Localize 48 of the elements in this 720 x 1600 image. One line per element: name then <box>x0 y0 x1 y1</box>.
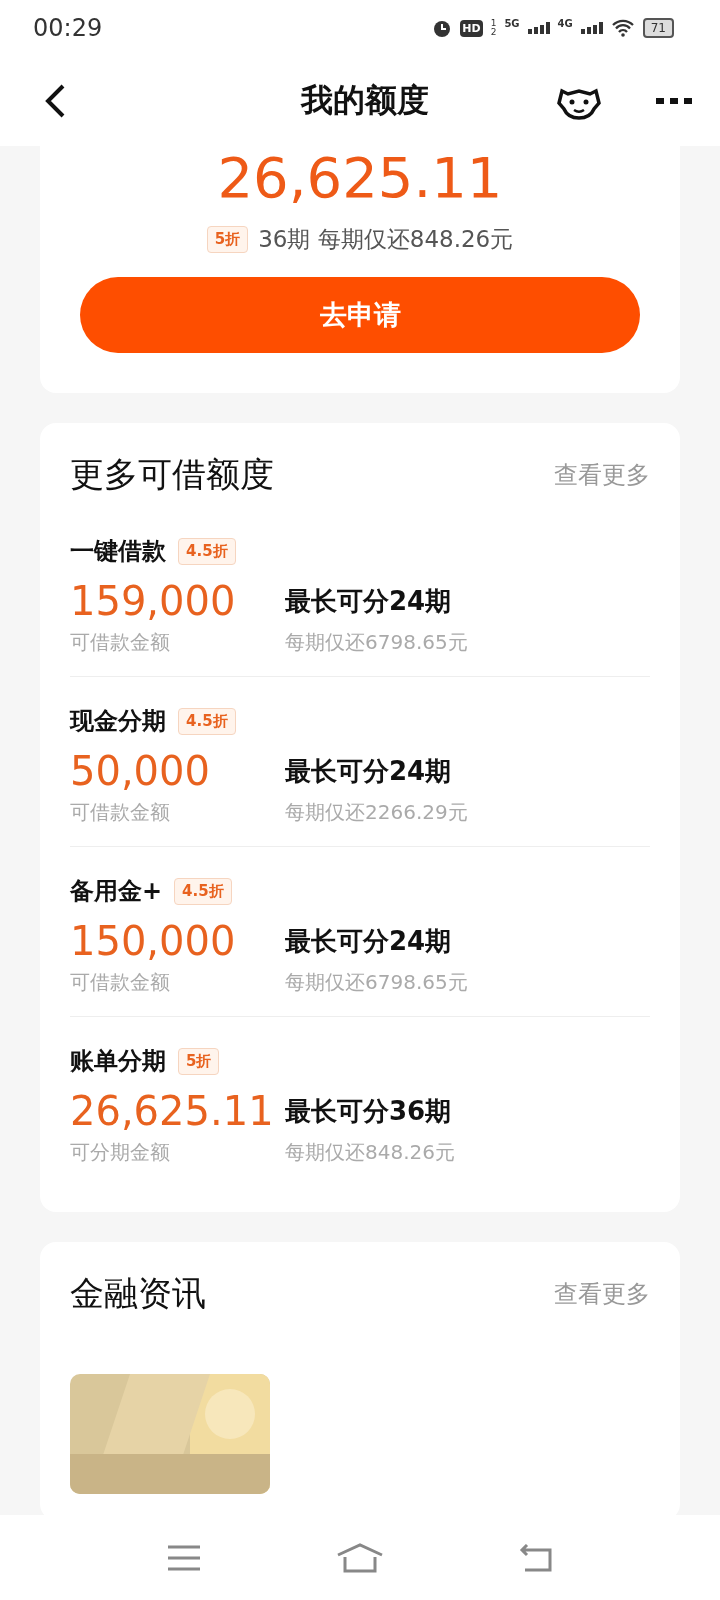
section-title: 金融资讯 <box>70 1272 206 1315</box>
product-name: 现金分期 <box>70 706 166 737</box>
installment-text: 每期仅还6798.65元 <box>285 969 469 996</box>
product-name: 一键借款 <box>70 536 166 567</box>
loan-amount: 26,625.11 <box>70 1087 275 1135</box>
amount-label: 可借款金额 <box>70 629 171 656</box>
menu-icon[interactable] <box>167 1544 202 1571</box>
installment-text: 每期仅还6798.65元 <box>285 629 469 656</box>
amount-label: 可借款金额 <box>70 799 171 826</box>
home-icon[interactable] <box>336 1542 384 1573</box>
loan-amount: 159,000 <box>70 577 237 625</box>
repayment-summary: 36期 每期仅还848.26元 <box>258 225 514 254</box>
network-label: 4G <box>557 18 573 29</box>
more-icon[interactable] <box>656 97 692 105</box>
max-term: 最长可分24期 <box>285 754 453 788</box>
max-term: 最长可分24期 <box>285 584 453 618</box>
network-label: 5G <box>504 18 520 29</box>
installment-text: 每期仅还848.26元 <box>285 1139 456 1166</box>
amount-label: 可借款金额 <box>70 969 171 996</box>
amount-label: 可分期金额 <box>70 1139 171 1166</box>
discount-tag: 4.5折 <box>178 537 236 565</box>
view-more-link[interactable]: 查看更多 <box>554 459 650 491</box>
max-term: 最长可分24期 <box>285 924 453 958</box>
product-name: 备用金+ <box>70 876 163 907</box>
discount-tag: 5折 <box>206 226 249 253</box>
sim-slot-label: 2 <box>490 28 497 37</box>
loan-amount: 50,000 <box>70 747 211 795</box>
max-term: 最长可分36期 <box>285 1094 453 1128</box>
quota-amount: 26,625.11 <box>217 146 503 210</box>
view-more-link[interactable]: 查看更多 <box>554 1278 650 1310</box>
loan-amount: 150,000 <box>70 917 237 965</box>
sim-slot-label: 1 <box>490 19 497 28</box>
discount-tag: 4.5折 <box>174 877 232 905</box>
discount-tag: 4.5折 <box>178 707 236 735</box>
installment-text: 每期仅还2266.29元 <box>285 799 469 826</box>
product-name: 账单分期 <box>70 1046 166 1077</box>
status-time: 00:29 <box>33 14 103 42</box>
hd-badge: HD <box>460 19 483 37</box>
back-icon[interactable] <box>44 83 66 119</box>
alarm-icon <box>432 18 453 38</box>
section-title: 更多可借额度 <box>70 453 274 496</box>
signal-icon <box>527 22 550 34</box>
signal-icon <box>580 22 603 34</box>
discount-tag: 5折 <box>178 1047 220 1075</box>
apply-button[interactable]: 去申请 <box>80 277 640 353</box>
page-title: 我的额度 <box>301 80 429 121</box>
wifi-icon <box>610 19 635 37</box>
battery-indicator: 71 <box>642 18 674 38</box>
